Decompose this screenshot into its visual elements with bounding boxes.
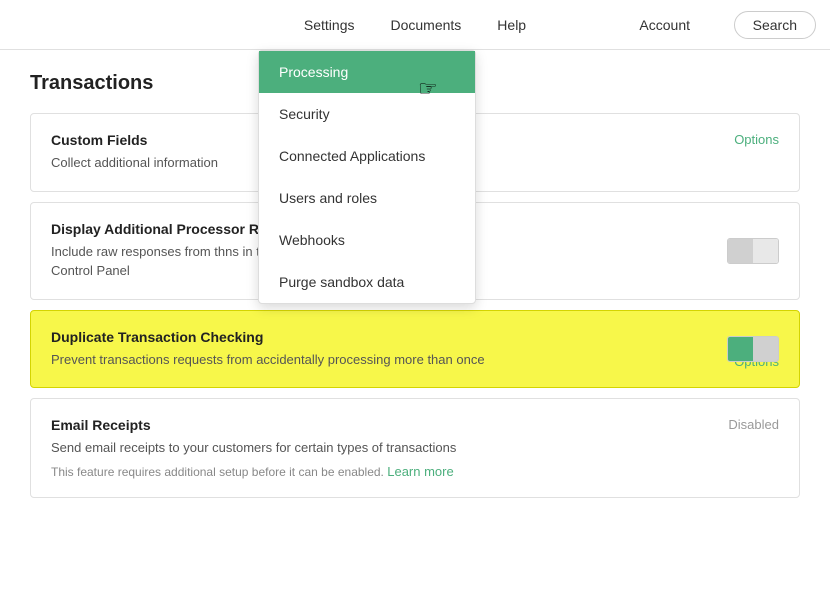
duplicate-checking-card: Duplicate Transaction Checking Prevent t…	[30, 310, 800, 389]
top-nav: Settings Documents Help Account Search	[0, 0, 830, 50]
duplicate-checking-title: Duplicate Transaction Checking	[51, 329, 779, 345]
dropdown-security[interactable]: Security	[259, 93, 475, 135]
toggle-left	[728, 239, 753, 263]
email-receipts-disabled: Disabled	[728, 417, 779, 432]
email-receipts-learn-more-line: This feature requires additional setup b…	[51, 464, 779, 479]
dropdown-processing[interactable]: Processing	[259, 51, 475, 93]
toggle-off-part	[753, 337, 778, 361]
nav-documents[interactable]: Documents	[390, 17, 461, 33]
toggle-right	[753, 239, 778, 263]
nav-help[interactable]: Help	[497, 17, 526, 33]
nav-settings[interactable]: Settings	[304, 17, 355, 33]
custom-fields-options[interactable]: Options	[734, 132, 779, 147]
email-receipts-setup-text: This feature requires additional setup b…	[51, 465, 384, 479]
toggle-track-on[interactable]	[727, 336, 779, 362]
nav-search[interactable]: Search	[734, 11, 816, 39]
dropdown-connected-applications[interactable]: Connected Applications	[259, 135, 475, 177]
email-receipts-desc: Send email receipts to your customers fo…	[51, 438, 779, 458]
nav-links: Settings Documents Help	[304, 17, 526, 33]
toggle-track[interactable]	[727, 238, 779, 264]
dropdown-users-roles[interactable]: Users and roles	[259, 177, 475, 219]
email-receipts-card: Email Receipts Send email receipts to yo…	[30, 398, 800, 498]
dropdown-webhooks[interactable]: Webhooks	[259, 219, 475, 261]
settings-dropdown: Processing Security Connected Applicatio…	[258, 50, 476, 304]
duplicate-checking-toggle[interactable]	[727, 336, 779, 362]
display-processor-toggle[interactable]	[727, 238, 779, 264]
dropdown-purge-sandbox[interactable]: Purge sandbox data	[259, 261, 475, 303]
toggle-on-part	[728, 337, 753, 361]
nav-account[interactable]: Account	[639, 17, 690, 33]
duplicate-checking-desc: Prevent transactions requests from accid…	[51, 350, 779, 370]
learn-more-link[interactable]: Learn more	[387, 464, 453, 479]
email-receipts-title: Email Receipts	[51, 417, 779, 433]
